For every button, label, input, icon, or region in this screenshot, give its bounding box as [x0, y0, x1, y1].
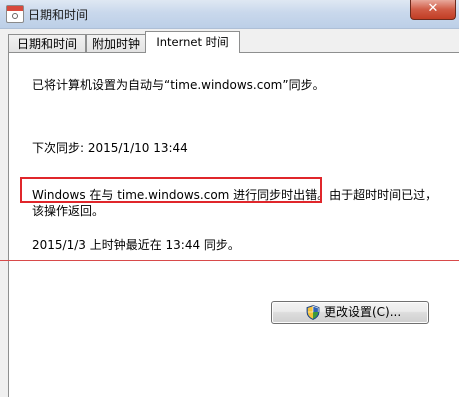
sync-error-reason: 由于超时时间已过， [329, 188, 438, 202]
calendar-clock-icon [6, 5, 24, 23]
sync-status-text: 已将计算机设置为自动与“time.windows.com”同步。 [32, 78, 325, 92]
last-sync-text: 2015/1/3 上时钟最近在 13:44 同步。 [32, 238, 240, 252]
window-title: 日期和时间 [28, 8, 89, 22]
uac-shield-icon [306, 305, 320, 320]
change-settings-label: 更改设置(C)... [324, 305, 402, 319]
change-settings-button[interactable]: 更改设置(C)... [271, 301, 429, 324]
close-icon: ✕ [427, 1, 439, 16]
tab-additional-clocks[interactable]: 附加时钟 [86, 34, 146, 52]
title-bar[interactable]: 日期和时间 ✕ [0, 0, 459, 29]
error-highlight-box [20, 177, 322, 203]
close-button[interactable]: ✕ [410, 0, 456, 20]
tab-date-time[interactable]: 日期和时间 [8, 34, 86, 52]
next-sync-text: 下次同步: 2015/1/10 13:44 [32, 141, 188, 155]
sync-error-text-continued: 该操作返回。 [32, 204, 105, 218]
internet-time-panel [8, 52, 459, 397]
tab-internet-time[interactable]: Internet 时间 [145, 31, 240, 53]
annotation-line [0, 260, 459, 261]
